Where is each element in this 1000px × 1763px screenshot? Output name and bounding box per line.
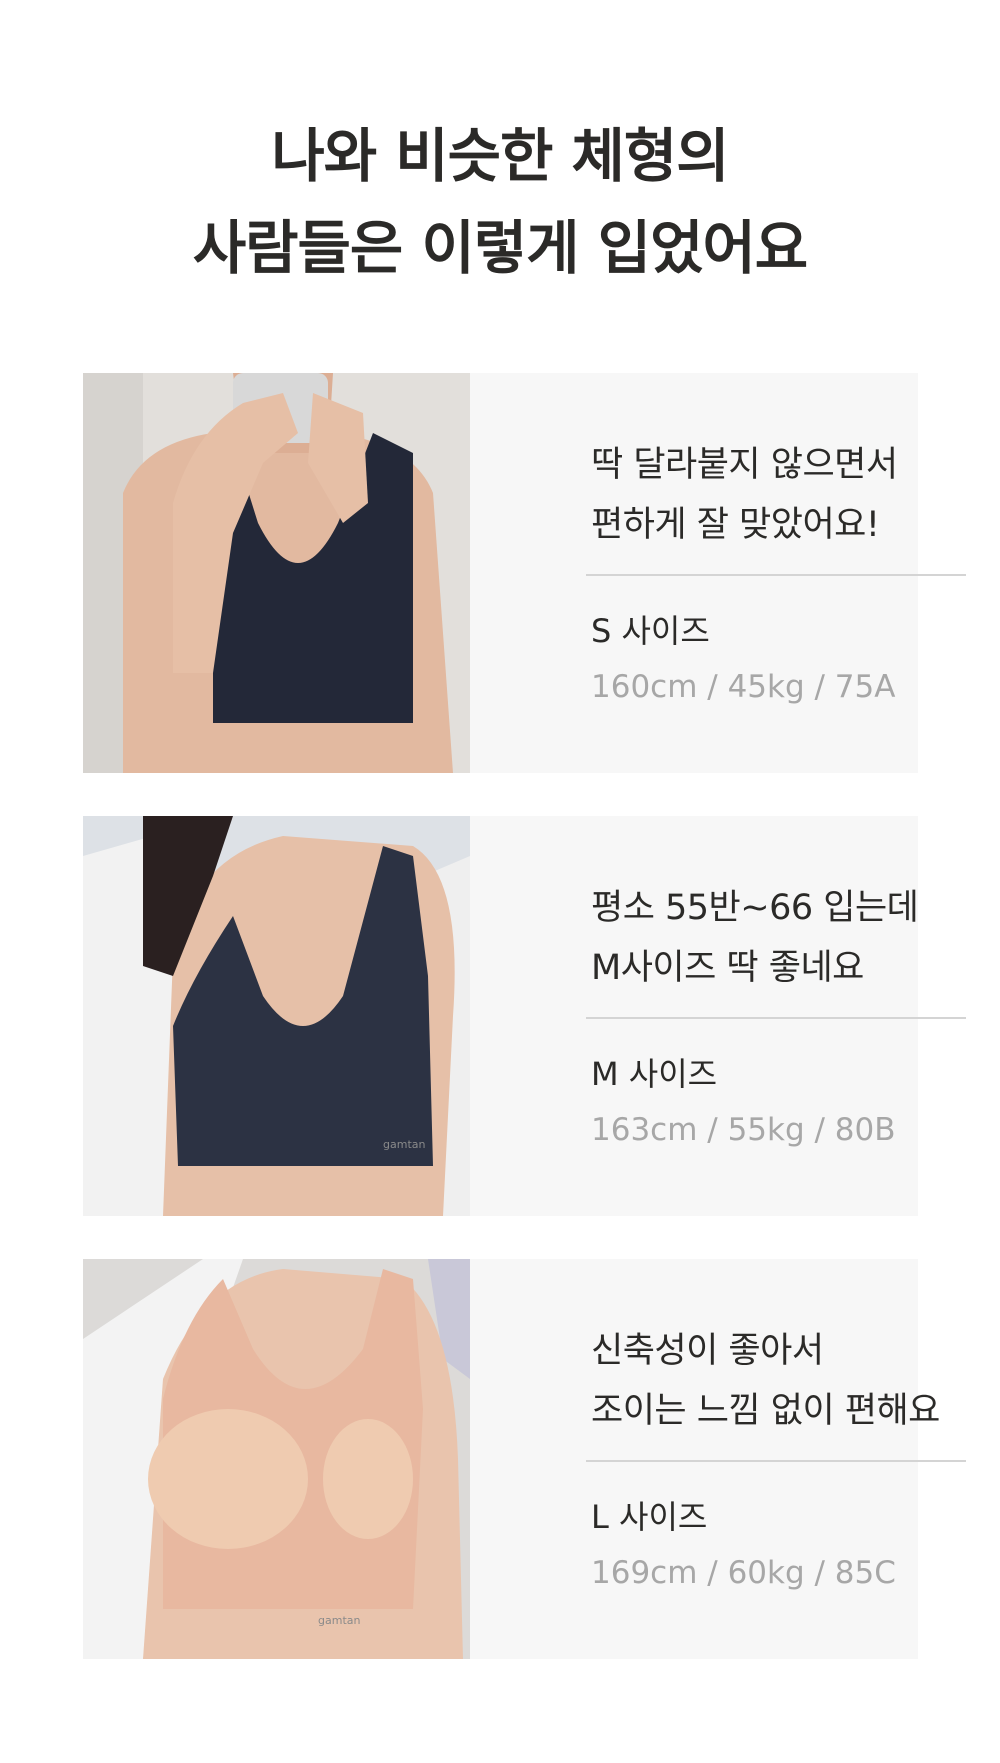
- review-quote-line-1: 신축성이 좋아서: [591, 1331, 824, 1371]
- review-body-spec: 163cm / 55kg / 80B: [591, 1112, 896, 1148]
- review-info-m: 평소 55반~66 입는데 M사이즈 딱 좋네요 M 사이즈 163cm / 5…: [509, 816, 966, 1216]
- review-quote-line-2: 조이는 느낌 없이 편해요: [591, 1391, 940, 1431]
- review-size-label: S 사이즈: [591, 612, 710, 650]
- review-quote-line-1: 평소 55반~66 입는데: [591, 888, 919, 928]
- review-body-spec: 160cm / 45kg / 75A: [591, 669, 896, 705]
- review-info-s: 딱 달라붙지 않으면서 편하게 잘 맞았어요! S 사이즈 160cm / 45…: [509, 373, 966, 773]
- review-photo-m: gamtan: [83, 816, 470, 1216]
- headline-line-1: 나와 비슷한 체형의: [271, 122, 729, 190]
- review-size-label: L 사이즈: [591, 1498, 708, 1536]
- review-quote-line-2: M사이즈 딱 좋네요: [591, 948, 864, 988]
- review-photo-s: [83, 373, 470, 773]
- review-divider: [586, 1460, 966, 1462]
- review-body-spec: 169cm / 60kg / 85C: [591, 1555, 896, 1591]
- review-quote-s: 딱 달라붙지 않으면서 편하게 잘 맞았어요!: [591, 435, 898, 555]
- review-divider: [586, 1017, 966, 1019]
- brand-mark: gamtan: [318, 1614, 360, 1627]
- review-quote-m: 평소 55반~66 입는데 M사이즈 딱 좋네요: [591, 878, 919, 998]
- headline-line-2: 사람들은 이렇게 입었어요: [192, 214, 808, 282]
- review-quote-l: 신축성이 좋아서 조이는 느낌 없이 편해요: [591, 1321, 940, 1441]
- review-card-m: gamtan 평소 55반~66 입는데 M사이즈 딱 좋네요 M 사이즈 16…: [83, 816, 966, 1216]
- review-photo-l: gamtan: [83, 1259, 470, 1659]
- review-size-label: M 사이즈: [591, 1055, 718, 1093]
- brand-mark: gamtan: [383, 1138, 425, 1151]
- review-quote-line-1: 딱 달라붙지 않으면서: [591, 445, 898, 485]
- review-card-l: gamtan 신축성이 좋아서 조이는 느낌 없이 편해요 L 사이즈 169c…: [83, 1259, 966, 1659]
- page-headline: 나와 비슷한 체형의 사람들은 이렇게 입었어요: [0, 110, 1000, 294]
- review-divider: [586, 574, 966, 576]
- review-card-s: 딱 달라붙지 않으면서 편하게 잘 맞았어요! S 사이즈 160cm / 45…: [83, 373, 966, 773]
- review-info-l: 신축성이 좋아서 조이는 느낌 없이 편해요 L 사이즈 169cm / 60k…: [509, 1259, 966, 1659]
- review-quote-line-2: 편하게 잘 맞았어요!: [591, 505, 880, 545]
